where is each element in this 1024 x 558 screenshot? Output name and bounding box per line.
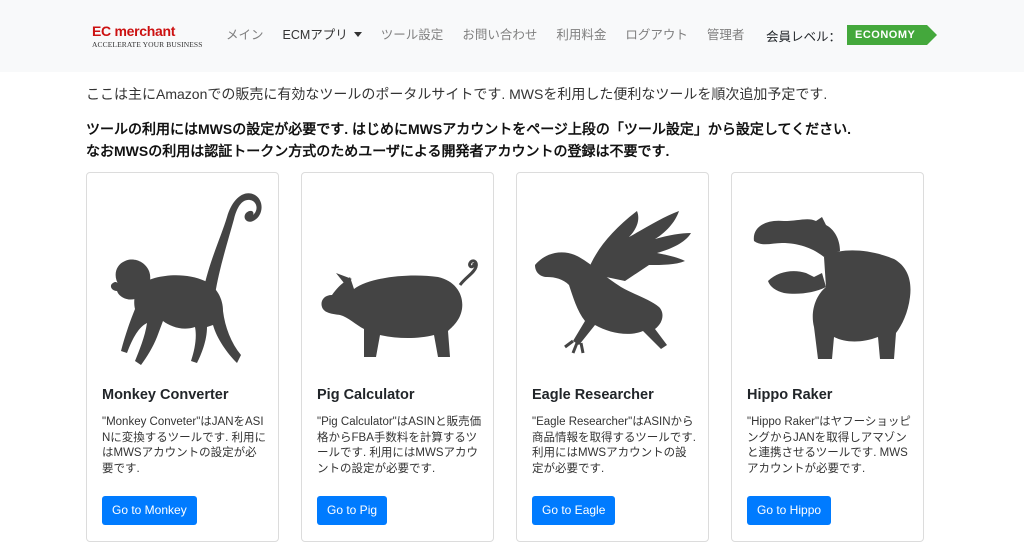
card-title-eagle: Eagle Researcher bbox=[532, 387, 654, 403]
nav-item-main[interactable]: メイン bbox=[226, 27, 264, 43]
go-to-hippo-button[interactable]: Go to Hippo bbox=[747, 496, 832, 525]
nav-item-pricing[interactable]: 利用料金 bbox=[556, 27, 606, 43]
member-level-label: 会員レベル： bbox=[766, 29, 842, 44]
brand-tagline: ACCELERATE YOUR BUSINESS bbox=[92, 40, 203, 49]
intro-text: ここは主にAmazonでの販売に有効なツールのポータルサイトです. MWSを利用… bbox=[86, 86, 828, 102]
caret-down-icon bbox=[353, 32, 362, 37]
nav-item-admin[interactable]: 管理者 bbox=[707, 27, 745, 43]
eagle-icon bbox=[535, 211, 691, 354]
hippo-icon bbox=[753, 217, 911, 359]
notice-line-1: ツールの利用にはMWSの設定が必要です. はじめにMWSアカウントをページ上段の… bbox=[86, 121, 851, 137]
monkey-icon bbox=[110, 193, 262, 365]
pig-icon bbox=[321, 259, 478, 357]
brand-name: EC merchant bbox=[92, 23, 176, 39]
member-level: 会員レベル： ECONOMY bbox=[766, 25, 938, 45]
nav-item-ecm-apps-label: ECMアプリ bbox=[282, 28, 348, 42]
card-text-pig: "Pig Calculator"はASINと販売価格からFBA手数料を計算するツ… bbox=[317, 416, 482, 475]
nav-item-ecm-apps[interactable]: ECMアプリ bbox=[283, 27, 362, 43]
nav-item-tool-settings[interactable]: ツール設定 bbox=[381, 27, 444, 43]
card-text-monkey: "Monkey Conveter"はJANをASINに変換するツールです. 利用… bbox=[102, 416, 266, 475]
tool-card-hippo: Hippo Raker "Hippo Raker"はヤフーショッピングからJAN… bbox=[731, 172, 924, 542]
notice-line-2: なおMWSの利用は認証トークン方式のためユーザによる開発者アカウントの登録は不要… bbox=[86, 143, 670, 159]
notice-text: ツールの利用にはMWSの設定が必要です. はじめにMWSアカウントをページ上段の… bbox=[86, 118, 851, 162]
nav-item-logout[interactable]: ログアウト bbox=[625, 27, 688, 43]
tool-card-monkey: Monkey Converter "Monkey Conveter"はJANをA… bbox=[86, 172, 279, 542]
main-nav: メイン ECMアプリ ツール設定 お問い合わせ 利用料金 ログアウト 管理者 bbox=[226, 27, 763, 43]
go-to-monkey-button[interactable]: Go to Monkey bbox=[102, 496, 197, 525]
navbar: EC merchant ACCELERATE YOUR BUSINESS メイン… bbox=[0, 0, 1024, 72]
card-title-hippo: Hippo Raker bbox=[747, 387, 833, 403]
tool-card-eagle: Eagle Researcher "Eagle Researcher"はASIN… bbox=[516, 172, 709, 542]
go-to-eagle-button[interactable]: Go to Eagle bbox=[532, 496, 616, 525]
card-title-monkey: Monkey Converter bbox=[102, 387, 229, 403]
card-title-pig: Pig Calculator bbox=[317, 387, 415, 403]
go-to-pig-button[interactable]: Go to Pig bbox=[317, 496, 388, 525]
card-text-eagle: "Eagle Researcher"はASINから商品情報を取得するツールです.… bbox=[532, 416, 696, 475]
nav-item-contact[interactable]: お問い合わせ bbox=[462, 27, 537, 43]
brand-logo[interactable]: EC merchant ACCELERATE YOUR BUSINESS bbox=[92, 24, 202, 49]
tool-card-pig: Pig Calculator "Pig Calculator"はASINと販売価… bbox=[301, 172, 494, 542]
member-level-badge: ECONOMY bbox=[847, 25, 938, 45]
card-text-hippo: "Hippo Raker"はヤフーショッピングからJANを取得しアマゾンと連携さ… bbox=[747, 416, 911, 475]
